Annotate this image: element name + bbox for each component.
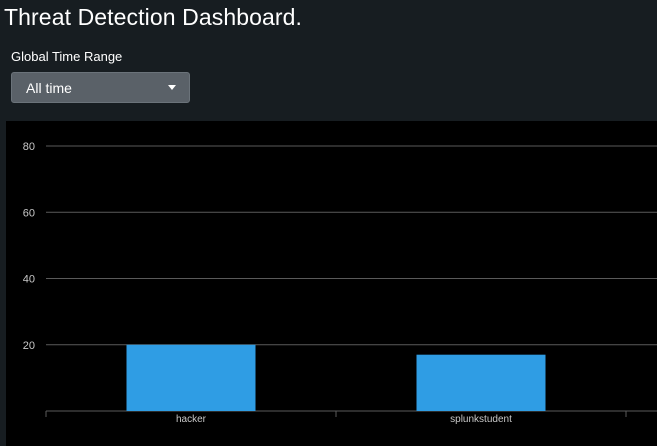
y-tick-label: 60	[23, 207, 35, 219]
bar-chart: 20 40 60 80 hacker splunkstudent	[23, 141, 657, 425]
time-range-dropdown[interactable]: All time	[11, 72, 190, 103]
chart-panel: 20 40 60 80 hacker splunkstudent	[6, 121, 657, 446]
y-tick-label: 80	[23, 141, 35, 153]
y-tick-label: 20	[23, 340, 35, 352]
x-tick-label: splunkstudent	[450, 414, 512, 425]
dashboard-title: Threat Detection Dashboard.	[4, 4, 303, 30]
bar-hacker[interactable]	[126, 344, 256, 411]
time-range-label: Global Time Range	[11, 49, 123, 64]
bar-splunkstudent[interactable]	[416, 354, 546, 411]
time-range-selected-value: All time	[26, 80, 72, 96]
dashboard-page: Threat Detection Dashboard. Global Time …	[0, 0, 657, 446]
caret-down-icon	[168, 85, 176, 90]
x-tick-label: hacker	[176, 414, 207, 425]
y-tick-label: 40	[23, 274, 35, 286]
